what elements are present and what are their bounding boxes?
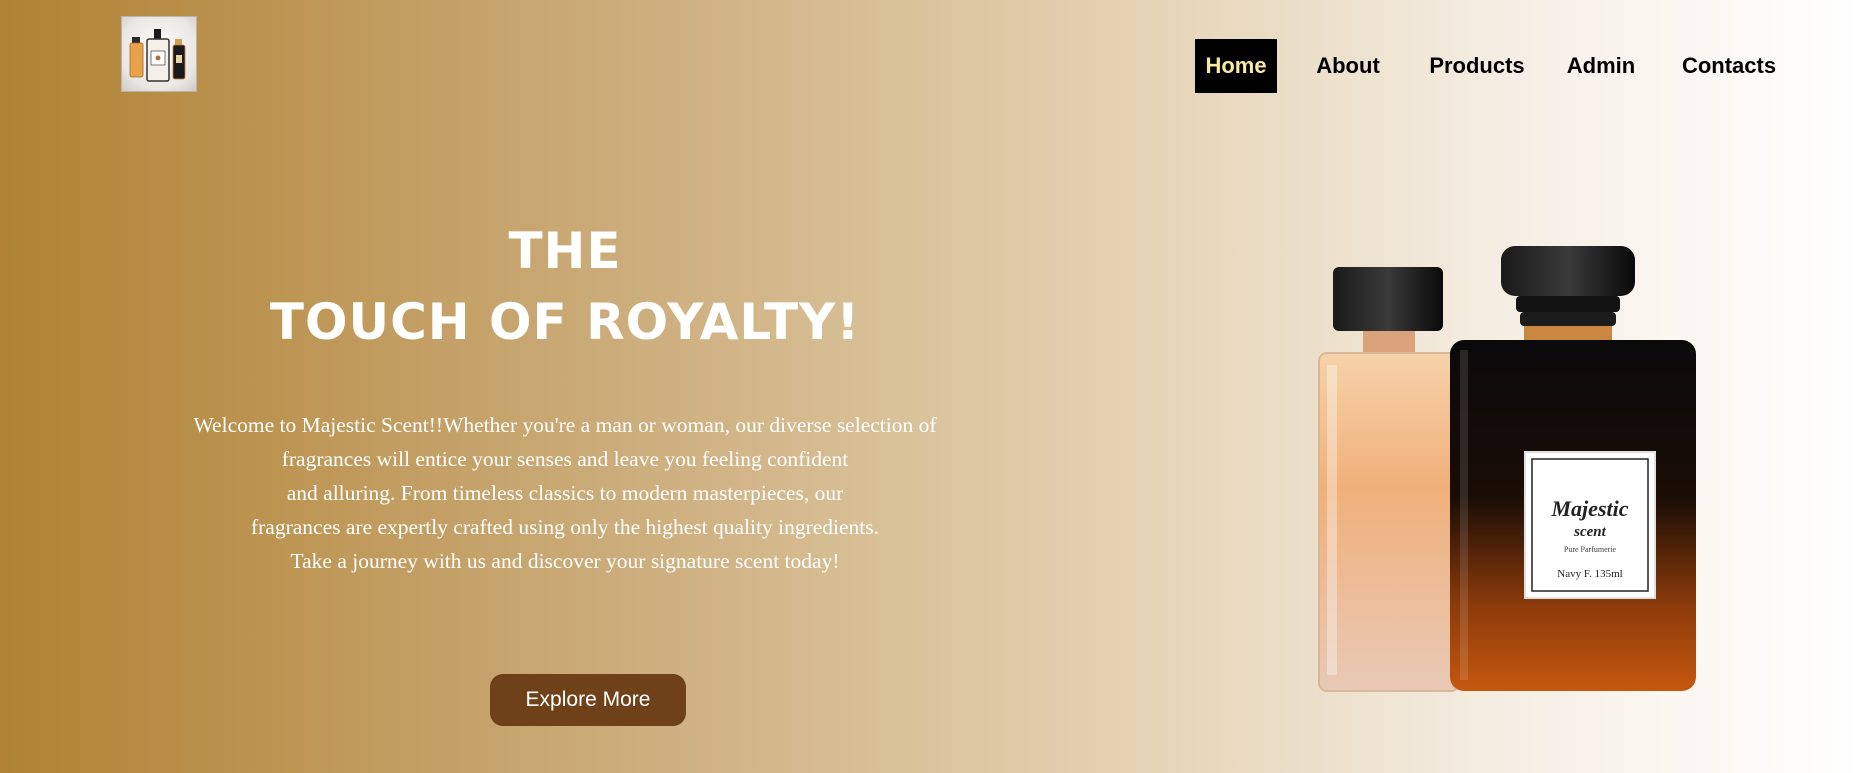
logo[interactable] (121, 16, 197, 92)
bottle-label-line4: Navy F. 135ml (1557, 568, 1622, 580)
hero-description: Welcome to Majestic Scent!!Whether you'r… (140, 408, 990, 578)
hero-title-line2: TOUCH OF ROYALTY! (269, 293, 861, 351)
nav-about[interactable]: About (1313, 39, 1383, 93)
perfume-bottles-image: Majestic scent Pure Parfumerie Navy F. 1… (1318, 246, 1696, 692)
bottle-label-line3: Pure Parfumerie (1564, 545, 1617, 554)
bottle-label-line1: Majestic (1551, 496, 1629, 521)
hero-text-line: Take a journey with us and discover your… (290, 549, 840, 573)
bottle-label-line2: scent (1573, 524, 1606, 540)
hero-text-line: and alluring. From timeless classics to … (286, 481, 844, 505)
nav-contacts[interactable]: Contacts (1680, 39, 1778, 93)
perfume-bottles-logo-icon (129, 29, 186, 82)
explore-more-button[interactable]: Explore More (490, 674, 686, 726)
hero-title-line1: THE (508, 222, 622, 280)
nav-admin[interactable]: Admin (1564, 39, 1638, 93)
nav-products[interactable]: Products (1426, 39, 1528, 93)
hero-text-line: Welcome to Majestic Scent!!Whether you'r… (193, 413, 937, 437)
hero-text-line: fragrances are expertly crafted using on… (250, 515, 880, 539)
nav-home[interactable]: Home (1195, 39, 1277, 93)
hero-text-line: fragrances will entice your senses and l… (281, 447, 849, 471)
product-image: Majestic scent Pure Parfumerie Navy F. 1… (1310, 240, 1700, 692)
